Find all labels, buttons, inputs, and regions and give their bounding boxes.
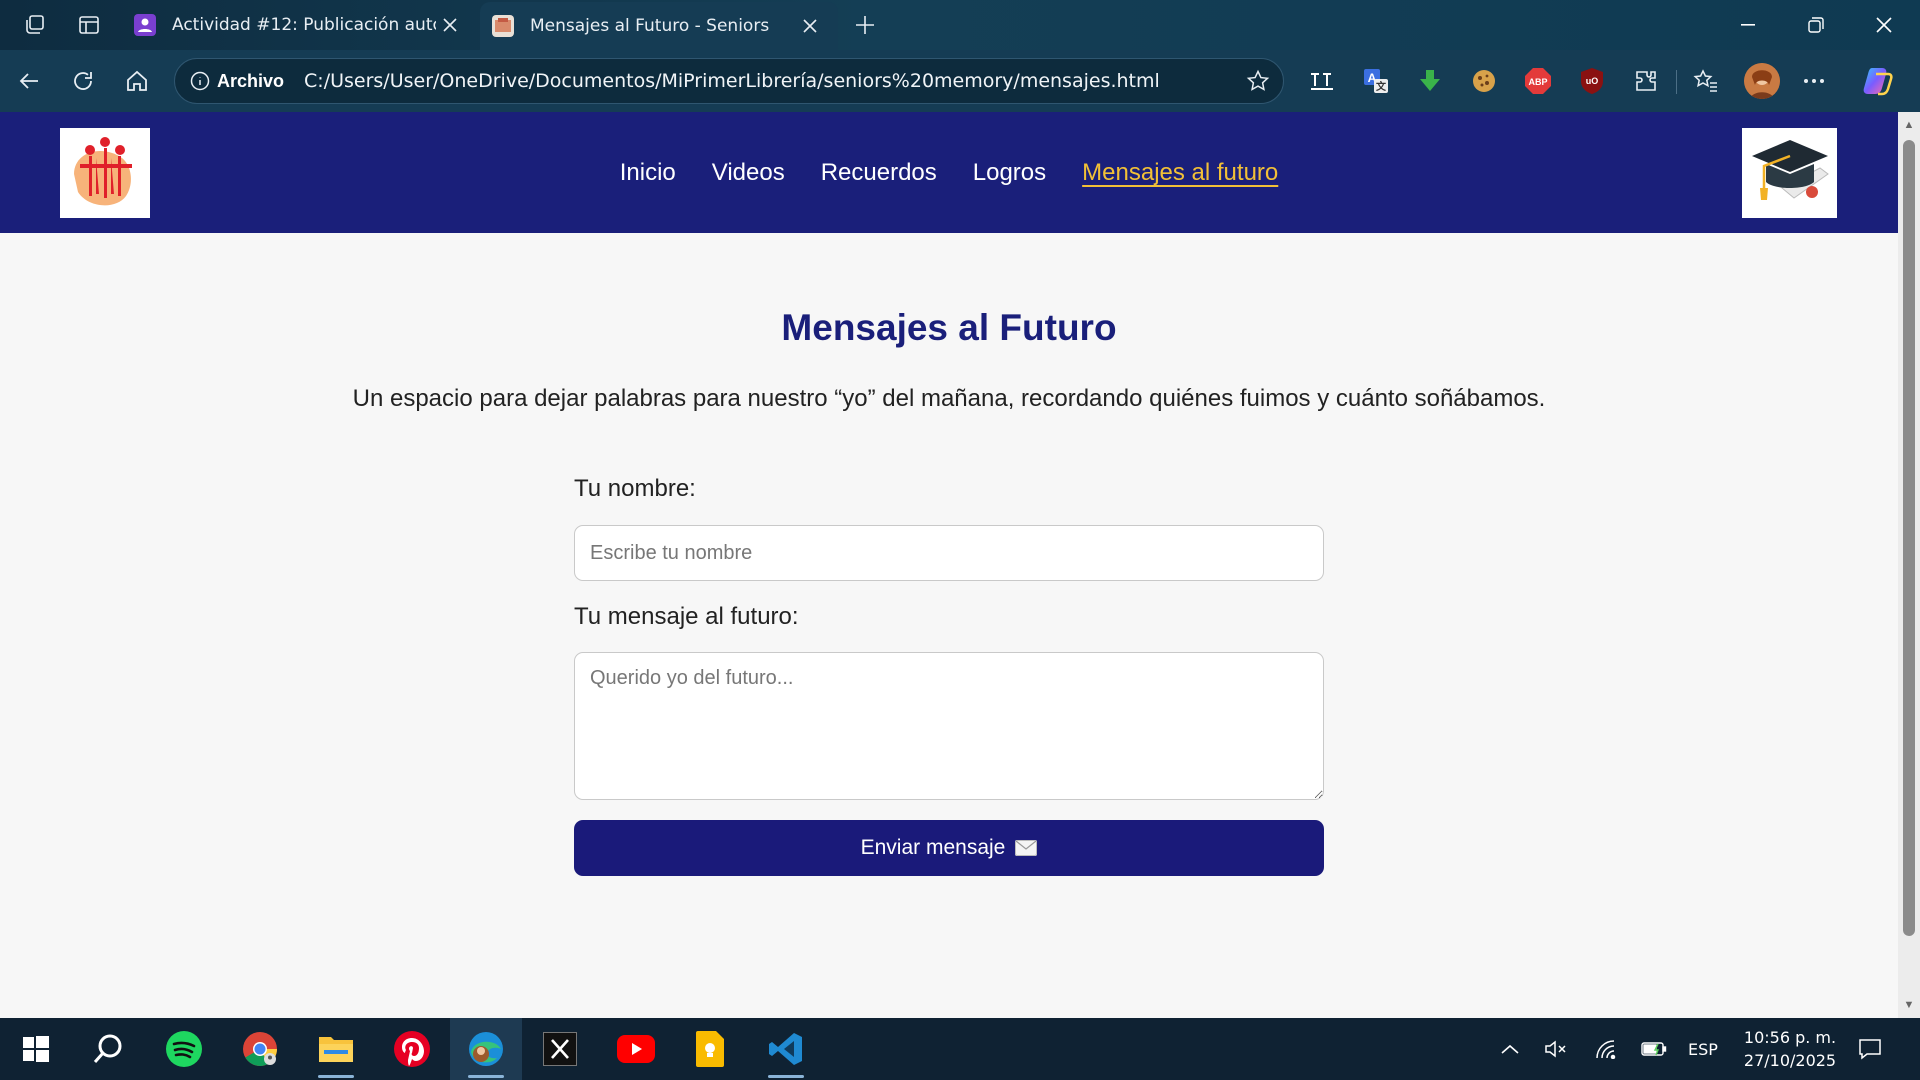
file-explorer-icon[interactable] — [302, 1018, 370, 1080]
page-favicon-icon — [492, 15, 514, 37]
browser-toolbar: Archivo C:/Users/User/OneDrive/Documento… — [0, 50, 1920, 112]
nav-mensajes-al-futuro[interactable]: Mensajes al futuro — [1082, 159, 1278, 187]
browser-tab-strip: Actividad #12: Publicación autom Mensaje… — [0, 0, 1920, 50]
restore-button[interactable] — [1786, 0, 1846, 50]
minimize-button[interactable] — [1718, 0, 1778, 50]
language-indicator[interactable]: ESP — [1684, 1018, 1722, 1080]
scroll-down-icon[interactable]: ▼ — [1903, 998, 1915, 1012]
clock-time: 10:56 p. m. — [1743, 1028, 1837, 1047]
tab-actions-icon[interactable] — [72, 8, 106, 42]
back-button[interactable] — [10, 62, 48, 100]
message-form: Tu nombre: Tu mensaje al futuro: Enviar … — [574, 475, 1324, 876]
vscode-icon[interactable] — [752, 1018, 820, 1080]
envelope-icon — [1015, 840, 1038, 856]
pinterest-icon[interactable] — [378, 1018, 446, 1080]
chrome-icon[interactable] — [226, 1018, 294, 1080]
nav-inicio[interactable]: Inicio — [620, 159, 676, 187]
start-icon[interactable] — [2, 1018, 70, 1080]
clock-date: 27/10/2025 — [1743, 1051, 1837, 1070]
copilot-icon[interactable] — [1862, 65, 1894, 97]
new-tab-button[interactable] — [848, 8, 882, 42]
network-icon[interactable] — [1588, 1018, 1624, 1080]
notifications-icon[interactable] — [1852, 1018, 1888, 1080]
svg-text:文: 文 — [1376, 80, 1387, 93]
name-label: Tu nombre: — [574, 475, 696, 502]
send-message-button[interactable]: Enviar mensaje — [574, 820, 1324, 876]
workspaces-icon[interactable] — [18, 8, 52, 42]
download-icon[interactable] — [1414, 65, 1446, 97]
volume-muted-icon[interactable] — [1538, 1018, 1574, 1080]
site-info-label[interactable]: Archivo — [217, 71, 284, 92]
running-indicator — [768, 1075, 804, 1078]
profile-avatar[interactable] — [1744, 63, 1780, 99]
message-textarea[interactable] — [574, 652, 1324, 800]
show-hidden-icons-icon[interactable] — [1494, 1018, 1526, 1080]
keep-icon[interactable] — [676, 1018, 744, 1080]
x-icon[interactable] — [526, 1018, 594, 1080]
toolbar-divider — [1676, 70, 1677, 94]
running-indicator — [468, 1075, 504, 1078]
address-bar[interactable]: Archivo C:/Users/User/OneDrive/Documento… — [174, 58, 1284, 104]
url-text[interactable]: C:/Users/User/OneDrive/Documentos/MiPrim… — [304, 70, 1241, 92]
name-input[interactable] — [574, 525, 1324, 581]
adblock-icon[interactable]: ABP — [1522, 65, 1554, 97]
main-nav: Inicio Videos Recuerdos Logros Mensajes … — [0, 112, 1898, 233]
spotify-icon[interactable] — [150, 1018, 218, 1080]
ublock-icon[interactable]: uO — [1576, 65, 1608, 97]
info-icon[interactable] — [187, 68, 213, 94]
clock[interactable]: 10:56 p. m. 27/10/2025 — [1730, 1026, 1850, 1072]
close-window-button[interactable] — [1854, 0, 1914, 50]
battery-icon[interactable] — [1636, 1018, 1672, 1080]
tab-actividad[interactable]: Actividad #12: Publicación autom — [122, 0, 478, 50]
search-icon[interactable] — [74, 1018, 142, 1080]
scroll-thumb[interactable] — [1903, 140, 1915, 936]
windows-taskbar: ESP 10:56 p. m. 27/10/2025 — [0, 1018, 1920, 1080]
page-title: Mensajes al Futuro — [781, 307, 1117, 348]
adblock-label: ABP — [1528, 77, 1547, 87]
edge-icon[interactable] — [450, 1018, 522, 1080]
nav-videos[interactable]: Videos — [712, 159, 785, 187]
tab-title: Actividad #12: Publicación autom — [172, 15, 436, 35]
nav-logros[interactable]: Logros — [973, 159, 1046, 187]
classroom-favicon-icon — [134, 14, 156, 36]
nav-recuerdos[interactable]: Recuerdos — [821, 159, 937, 187]
site-header: Inicio Videos Recuerdos Logros Mensajes … — [0, 112, 1898, 233]
cookie-icon[interactable] — [1468, 65, 1500, 97]
reader-icon[interactable] — [1306, 65, 1338, 97]
tab-title: Mensajes al Futuro - Seniors — [530, 16, 770, 36]
main-content: Mensajes al Futuro Un espacio para dejar… — [0, 233, 1898, 1018]
refresh-button[interactable] — [64, 62, 102, 100]
intro-text: Un espacio para dejar palabras para nues… — [352, 385, 1546, 412]
extensions-icon[interactable] — [1630, 65, 1662, 97]
close-tab-icon[interactable] — [436, 11, 464, 39]
send-button-label: Enviar mensaje — [860, 836, 1006, 859]
more-options-icon[interactable] — [1798, 65, 1830, 97]
running-indicator — [318, 1075, 354, 1078]
page-scrollbar[interactable]: ▲ ▼ — [1898, 112, 1920, 1018]
message-label: Tu mensaje al futuro: — [574, 603, 799, 630]
tab-mensajes[interactable]: Mensajes al Futuro - Seniors — [480, 2, 838, 50]
home-button[interactable] — [118, 62, 156, 100]
favorites-icon[interactable] — [1690, 65, 1722, 97]
scroll-up-icon[interactable]: ▲ — [1903, 118, 1915, 132]
graduation-cap-logo[interactable] — [1742, 128, 1837, 218]
youtube-icon[interactable] — [602, 1018, 670, 1080]
favorite-star-icon[interactable] — [1241, 64, 1275, 98]
ublock-label: uO — [1586, 76, 1599, 86]
close-tab-icon[interactable] — [796, 12, 824, 40]
translate-icon[interactable]: A文 — [1360, 65, 1392, 97]
